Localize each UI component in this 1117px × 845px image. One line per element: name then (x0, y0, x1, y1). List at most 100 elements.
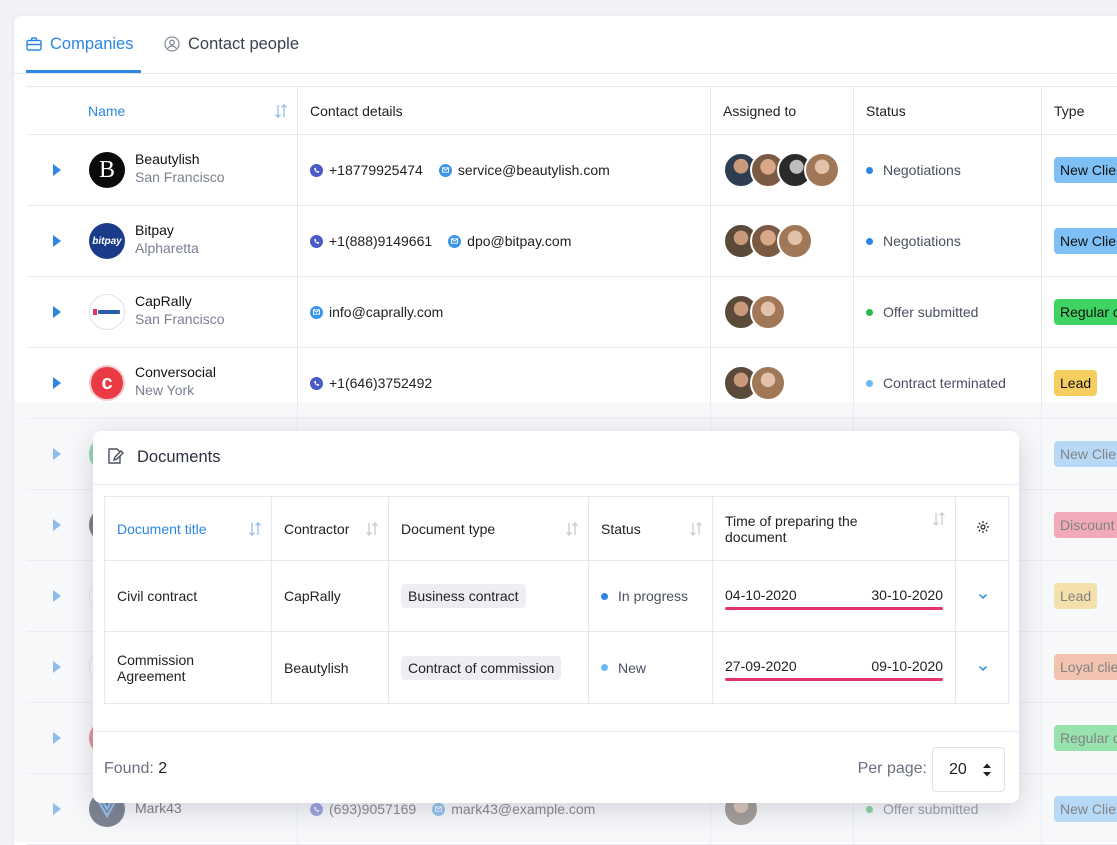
table-row[interactable]: bitpay Bitpay Alpharetta +1(888)9149661 … (27, 206, 1117, 277)
table-row[interactable]: Commission Agreement Beautylish Contract… (105, 632, 1008, 703)
expand-row-icon[interactable] (53, 235, 61, 247)
end-date: 30-10-2020 (871, 587, 943, 603)
column-header-assigned[interactable]: Assigned to (711, 87, 854, 134)
status-text: Negotiations (883, 162, 961, 178)
contact-cell: +1(888)9149661 dpo@bitpay.com (298, 206, 711, 276)
column-label: Status (866, 102, 906, 119)
column-header-document-type[interactable]: Document type (389, 497, 589, 560)
mail-icon (310, 305, 323, 319)
type-badge: Discount (1054, 512, 1117, 538)
type-cell: Regular client (1042, 703, 1117, 773)
table-row[interactable]: B Beautylish San Francisco +18779925474 … (27, 135, 1117, 206)
date-range-bar (725, 607, 943, 610)
phone-icon (310, 802, 323, 816)
status-cell: Contract terminated (854, 348, 1042, 418)
table-row[interactable]: c Conversocial New York +1(646)3752492 C… (27, 348, 1117, 419)
column-header-status[interactable]: Status (854, 87, 1042, 134)
column-header-name[interactable]: Name (27, 87, 298, 134)
column-settings[interactable] (956, 497, 1009, 560)
expand-row-icon[interactable] (53, 590, 61, 602)
company-logo: c (89, 365, 125, 401)
email-address[interactable]: mark43@example.com (451, 801, 595, 817)
expand-row-icon[interactable] (53, 164, 61, 176)
chevron-down-icon[interactable] (978, 663, 988, 673)
tab-contact-people[interactable]: Contact people (164, 32, 299, 56)
column-header-time-preparing[interactable]: Time of preparing the document (713, 497, 956, 560)
modal-title: Documents (137, 448, 221, 466)
email-address[interactable]: dpo@bitpay.com (467, 233, 571, 249)
sort-icon[interactable] (688, 521, 704, 537)
assigned-cell (711, 277, 854, 347)
avatar[interactable] (777, 223, 813, 259)
document-status-cell: In progress (589, 561, 713, 631)
phone-number[interactable]: +18779925474 (329, 162, 423, 178)
document-title[interactable]: Commission Agreement (117, 652, 227, 684)
sort-icon[interactable] (364, 521, 380, 537)
avatar[interactable] (804, 152, 840, 188)
column-label: Time of preparing the document (725, 512, 858, 545)
sort-icon[interactable] (564, 521, 580, 537)
expand-row-icon[interactable] (53, 377, 61, 389)
column-header-type[interactable]: Type (1042, 87, 1117, 134)
company-city: New York (135, 382, 195, 398)
sort-icon[interactable] (273, 103, 289, 119)
document-title[interactable]: Civil contract (105, 561, 272, 631)
chevron-down-icon[interactable] (978, 591, 988, 601)
gear-icon[interactable] (976, 520, 990, 537)
status-text: Contract terminated (883, 375, 1006, 391)
documents-modal: Documents Document title Contractor Docu… (93, 431, 1019, 803)
column-label: Document type (401, 520, 496, 537)
column-label: Name (88, 102, 126, 119)
column-label: Contractor (284, 520, 350, 537)
tab-label: Contact people (188, 34, 299, 53)
column-label: Status (601, 520, 641, 537)
expand-row-icon[interactable] (53, 661, 61, 673)
column-header-status[interactable]: Status (589, 497, 713, 560)
company-city: San Francisco (135, 311, 225, 327)
active-tab-indicator (26, 70, 141, 73)
table-row[interactable]: CapRally San Francisco info@caprally.com… (27, 277, 1117, 348)
email-address[interactable]: info@caprally.com (329, 304, 443, 320)
column-label: Contact details (310, 102, 403, 119)
type-cell: New Client (1042, 135, 1117, 205)
phone-icon (310, 234, 323, 248)
company-cell: B Beautylish San Francisco (27, 135, 298, 205)
status-dot (866, 237, 873, 245)
sort-icon[interactable] (931, 511, 947, 527)
tab-companies[interactable]: Companies (26, 32, 133, 56)
expand-row-icon[interactable] (53, 803, 61, 815)
type-badge: New Client (1054, 441, 1117, 467)
expand-row-icon[interactable] (53, 448, 61, 460)
phone-number[interactable]: +1(646)3752492 (329, 375, 432, 391)
email-address[interactable]: service@beautylish.com (458, 162, 610, 178)
column-header-document-title[interactable]: Document title (105, 497, 272, 560)
type-badge: Lead (1054, 583, 1098, 609)
type-badge: Regular client (1054, 725, 1117, 751)
type-cell: Lead (1042, 348, 1117, 418)
column-header-contact[interactable]: Contact details (298, 87, 711, 134)
contact-cell: +1(646)3752492 (298, 348, 711, 418)
type-cell: Discount (1042, 490, 1117, 560)
expand-row-icon[interactable] (53, 306, 61, 318)
date-range: 04-10-2020 30-10-2020 (725, 587, 943, 603)
per-page-select[interactable]: 20 (932, 747, 1005, 792)
column-header-contractor[interactable]: Contractor (272, 497, 389, 560)
document-status-cell: New (589, 632, 713, 703)
phone-number[interactable]: +1(888)9149661 (329, 233, 432, 249)
assigned-cell (711, 135, 854, 205)
company-logo: bitpay (89, 223, 125, 259)
avatar[interactable] (750, 294, 786, 330)
document-title-cell[interactable]: Commission Agreement (105, 632, 272, 703)
phone-number[interactable]: (693)9057169 (329, 801, 416, 817)
avatar[interactable] (750, 365, 786, 401)
expand-row-icon[interactable] (53, 519, 61, 531)
companies-table: Name Contact details Assigned to Status … (26, 86, 1117, 845)
expand-row-icon[interactable] (53, 732, 61, 744)
modal-header: Documents (93, 431, 1019, 485)
per-page-value: 20 (949, 760, 967, 778)
phone-icon (310, 376, 323, 390)
sort-icon[interactable] (247, 521, 263, 537)
table-row[interactable]: Civil contract CapRally Business contrac… (105, 561, 1008, 632)
status-text: Offer submitted (883, 801, 979, 817)
tab-label: Companies (50, 34, 134, 53)
